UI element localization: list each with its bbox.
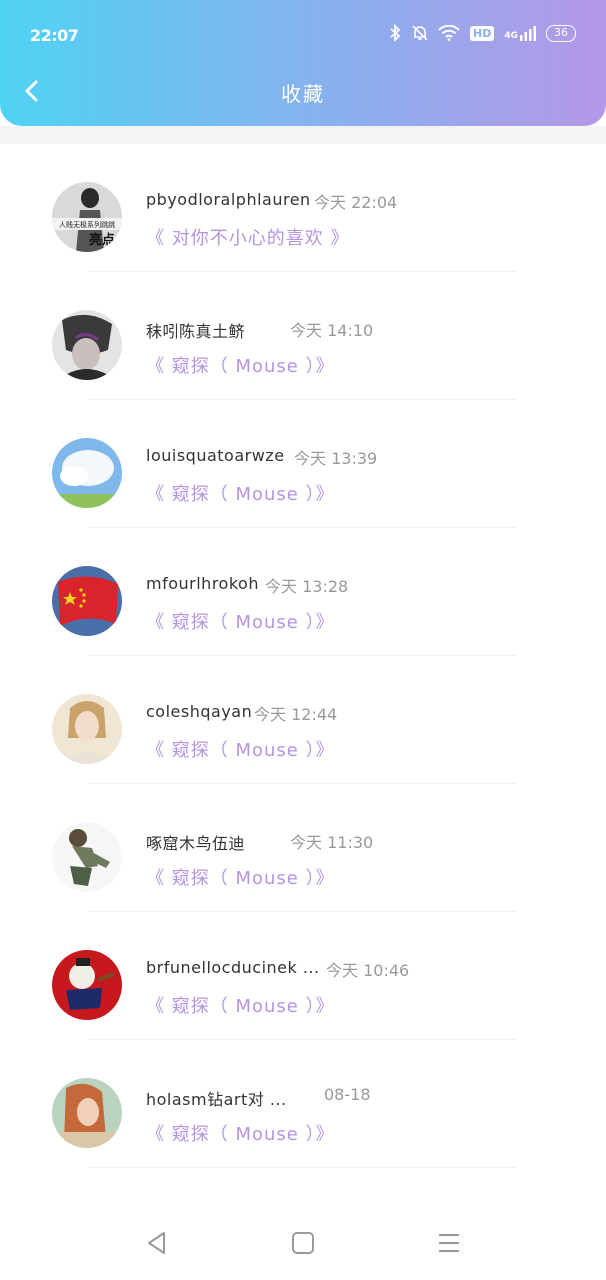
user-name: holasm钻art对 ... (146, 1090, 287, 1109)
triangle-back-icon (148, 1232, 165, 1254)
timestamp: 今天 11:30 (290, 833, 374, 852)
favorite-title-link[interactable]: 《 窥探（ Mouse ）》 (146, 480, 335, 506)
nav-home-button[interactable] (290, 1230, 316, 1256)
avatar[interactable] (52, 566, 122, 636)
timestamp: 今天 10:46 (326, 961, 410, 980)
timestamp: 今天 14:10 (290, 321, 374, 340)
timestamp: 今天 12:44 (254, 705, 338, 724)
nav-bar: 收藏 (0, 66, 606, 116)
avatar[interactable] (52, 1078, 122, 1148)
timestamp: 今天 13:39 (294, 449, 378, 468)
list-item[interactable]: holasm钻art对 ... 08-18 《 窥探（ Mouse ）》 (0, 1040, 606, 1168)
bluetooth-icon (388, 24, 402, 42)
list-item[interactable]: mfourlhrokoh 今天 13:28 《 窥探（ Mouse ）》 (0, 528, 606, 656)
avatar[interactable] (52, 438, 122, 508)
square-home-icon (292, 1232, 314, 1254)
avatar[interactable]: 人贱无极系列跳跳 亮点 (52, 182, 122, 252)
list-item[interactable]: coleshqayan 今天 12:44 《 窥探（ Mouse ）》 (0, 656, 606, 784)
header-bar: 22:07 HD 4G 36 收藏 (0, 0, 606, 126)
avatar[interactable] (52, 822, 122, 892)
favorite-title-link[interactable]: 《 窥探（ Mouse ）》 (146, 992, 335, 1018)
user-name: mfourlhrokoh (146, 574, 259, 593)
favorite-title-link[interactable]: 《 对你不小心的喜欢 》 (146, 224, 349, 250)
signal-icon: 4G (504, 25, 536, 41)
user-name: coleshqayan (146, 702, 253, 721)
menu-icon (439, 1234, 459, 1252)
status-bar: 22:07 HD 4G 36 (0, 0, 606, 72)
timestamp: 今天 22:04 (314, 193, 398, 212)
status-time: 22:07 (30, 26, 79, 45)
avatar[interactable] (52, 310, 122, 380)
user-name: 啄窟木鸟伍迪 (146, 834, 246, 853)
nav-back-button[interactable] (144, 1230, 170, 1256)
list-item[interactable]: 人贱无极系列跳跳 亮点 pbyodloralphlauren 今天 22:04 … (0, 144, 606, 272)
timestamp: 今天 13:28 (265, 577, 349, 596)
favorite-title-link[interactable]: 《 窥探（ Mouse ）》 (146, 608, 335, 634)
favorite-title-link[interactable]: 《 窥探（ Mouse ）》 (146, 352, 335, 378)
list-item[interactable]: 啄窟木鸟伍迪 今天 11:30 《 窥探（ Mouse ）》 (0, 784, 606, 912)
page-title: 收藏 (281, 82, 325, 106)
user-name: 秣吲陈真土鲚 (146, 322, 246, 341)
header-divider (0, 126, 606, 144)
wifi-icon (438, 25, 460, 41)
avatar[interactable] (52, 694, 122, 764)
bell-off-icon (412, 24, 428, 42)
user-name: louisquatoarwze (146, 446, 285, 465)
hd-badge: HD (470, 25, 495, 41)
nav-menu-button[interactable] (436, 1230, 462, 1256)
avatar-logo-text: 亮点 (89, 232, 115, 248)
timestamp: 08-18 (324, 1085, 371, 1104)
list-item[interactable]: 秣吲陈真土鲚 今天 14:10 《 窥探（ Mouse ）》 (0, 272, 606, 400)
avatar-caption: 人贱无极系列跳跳 (59, 220, 115, 229)
list-item[interactable]: louisquatoarwze 今天 13:39 《 窥探（ Mouse ）》 (0, 400, 606, 528)
status-icons: HD 4G 36 (388, 24, 576, 42)
list-item[interactable] (0, 1168, 606, 1206)
battery-indicator: 36 (546, 24, 576, 42)
user-name: brfunellocducinek ... (146, 958, 320, 977)
avatar[interactable] (52, 950, 122, 1020)
favorites-list: 人贱无极系列跳跳 亮点 pbyodloralphlauren 今天 22:04 … (0, 144, 606, 1206)
network-type-label: 4G (504, 31, 518, 41)
user-name: pbyodloralphlauren (146, 190, 311, 209)
favorite-title-link[interactable]: 《 窥探（ Mouse ）》 (146, 736, 335, 762)
favorite-title-link[interactable]: 《 窥探（ Mouse ）》 (146, 1120, 335, 1146)
favorite-title-link[interactable]: 《 窥探（ Mouse ）》 (146, 864, 335, 890)
system-navigation-bar (0, 1206, 606, 1280)
list-item[interactable]: brfunellocducinek ... 今天 10:46 《 窥探（ Mou… (0, 912, 606, 1040)
